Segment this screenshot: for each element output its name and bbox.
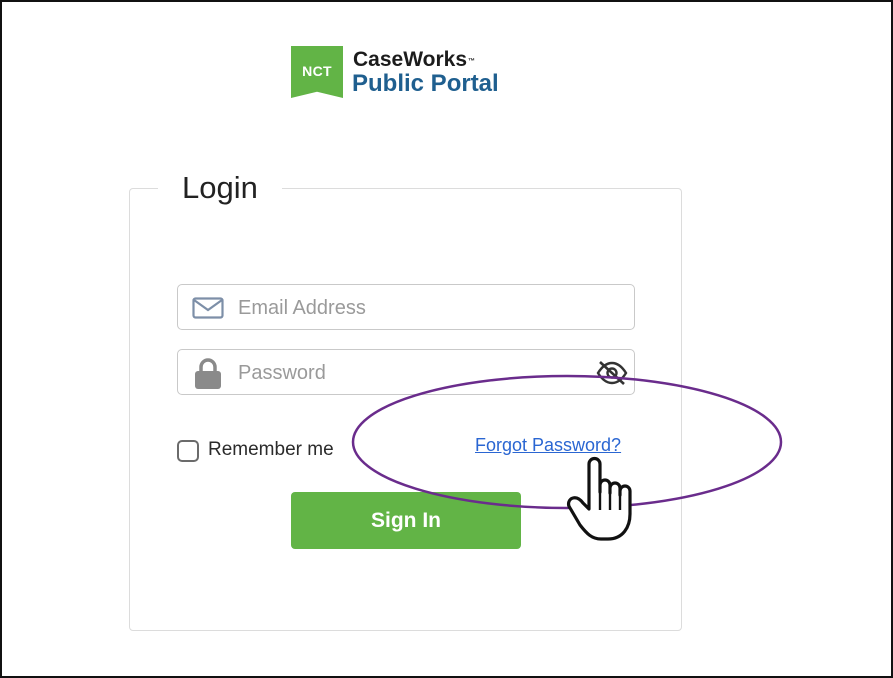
nct-badge: NCT [291, 46, 343, 98]
nct-badge-text: NCT [302, 63, 332, 79]
logo-title: CaseWorks™ [353, 49, 475, 71]
email-field[interactable] [177, 284, 635, 330]
mail-icon [192, 297, 224, 324]
email-input[interactable] [236, 293, 590, 323]
logo-title-text: CaseWorks [353, 48, 468, 71]
logo-subtitle: Public Portal [352, 70, 499, 97]
login-legend: Login [158, 168, 282, 208]
remember-me-label: Remember me [208, 439, 334, 460]
lock-icon [194, 358, 222, 395]
trademark-mark: ™ [468, 58, 476, 65]
hand-pointer-icon [566, 456, 632, 541]
remember-me-checkbox[interactable] [177, 440, 199, 462]
